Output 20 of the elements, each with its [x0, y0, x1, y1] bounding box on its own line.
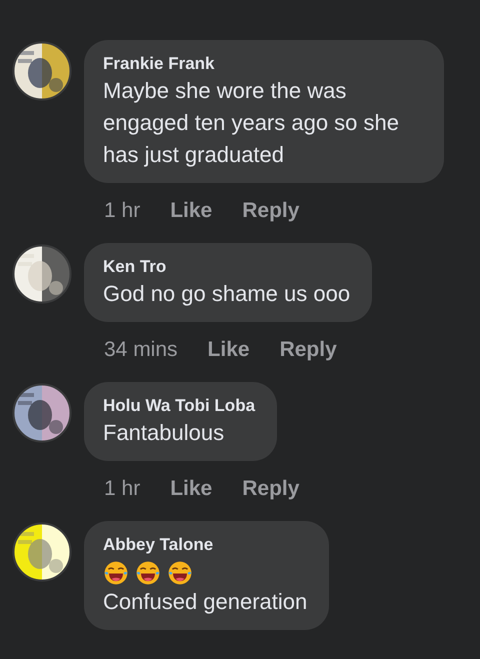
timestamp: 1 hr: [104, 199, 140, 223]
author-name: Frankie Frank: [103, 53, 216, 75]
like-button[interactable]: Like: [208, 338, 250, 362]
like-button[interactable]: Like: [170, 477, 212, 501]
author-name: Ken Tro: [103, 256, 168, 278]
laughing-face-icon: [167, 560, 193, 586]
timestamp: 34 mins: [104, 338, 178, 362]
author-name: Abbey Talone: [103, 534, 214, 556]
laughing-face-icon: [135, 560, 161, 586]
comment-text: God no go shame us ooo: [103, 280, 350, 308]
reply-button[interactable]: Reply: [242, 477, 300, 501]
laughing-face-icon: [103, 560, 129, 586]
reply-button[interactable]: Reply: [242, 199, 300, 223]
like-button[interactable]: Like: [170, 199, 212, 223]
comment-text: Fantabulous: [103, 419, 226, 447]
author-name: Holu Wa Tobi Loba: [103, 395, 256, 417]
comment-text: Maybe she wore the was engaged ten years ago so she has just graduated: [103, 77, 400, 169]
timestamp: 1 hr: [104, 477, 140, 501]
comment-text: Confused generation: [103, 588, 308, 616]
reply-button[interactable]: Reply: [280, 338, 337, 362]
